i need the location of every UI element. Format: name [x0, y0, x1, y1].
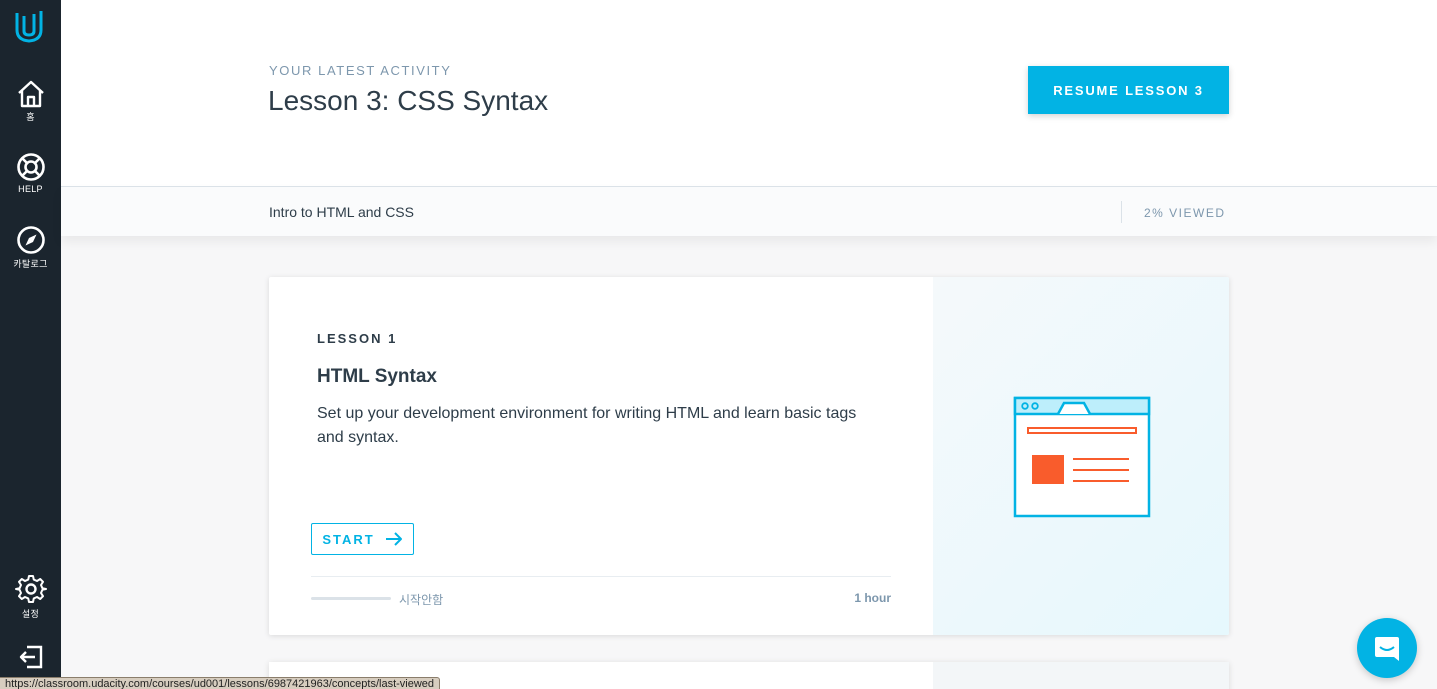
compass-icon [16, 226, 45, 254]
link-url-tooltip: https://classroom.udacity.com/courses/ud… [0, 677, 441, 689]
lesson-progress-bar [311, 597, 391, 600]
sidebar: 홈 HELP 카탈로그 설정 [0, 0, 61, 689]
lesson-illustration [933, 277, 1229, 635]
latest-activity-eyebrow: YOUR LATEST ACTIVITY [269, 63, 452, 78]
chat-support-button[interactable] [1357, 618, 1417, 678]
divider [311, 576, 891, 577]
lifebuoy-icon [16, 153, 45, 181]
gear-icon [14, 575, 47, 603]
sidebar-item-help[interactable]: HELP [0, 152, 61, 194]
sidebar-item-settings[interactable]: 설정 [0, 573, 61, 620]
home-icon [17, 80, 44, 108]
sidebar-item-home[interactable]: 홈 [0, 80, 61, 123]
sidebar-item-catalog[interactable]: 카탈로그 [0, 225, 61, 270]
sidebar-item-label: 홈 [26, 112, 35, 122]
sidebar-item-label: HELP [18, 184, 43, 194]
start-lesson-button[interactable]: START [311, 523, 414, 555]
course-name: Intro to HTML and CSS [269, 204, 414, 220]
sidebar-item-label: 카탈로그 [13, 259, 48, 269]
course-bar: Intro to HTML and CSS 2% VIEWED [61, 186, 1437, 236]
divider [1121, 201, 1122, 223]
latest-activity-header: YOUR LATEST ACTIVITY Lesson 3: CSS Synta… [61, 0, 1437, 186]
logout-icon [19, 645, 42, 669]
sidebar-item-label: 설정 [21, 609, 40, 619]
lesson-duration: 1 hour [854, 591, 891, 605]
lesson-description: Set up your development environment for … [317, 405, 857, 446]
arrow-right-icon [385, 532, 402, 546]
lesson-card: LESSON 1 HTML Syntax Set up your develop… [269, 277, 1229, 635]
lesson-status: 시작안함 [399, 593, 444, 607]
main-content: YOUR LATEST ACTIVITY Lesson 3: CSS Synta… [61, 0, 1437, 689]
browser-window-illustration [1013, 396, 1151, 518]
course-progress-text: 2% VIEWED [1144, 206, 1226, 220]
logout-button[interactable] [0, 644, 61, 670]
lesson-title: HTML Syntax [317, 366, 438, 387]
page-title: Lesson 3: CSS Syntax [268, 85, 549, 116]
lesson-illustration [933, 662, 1229, 689]
chat-icon [1375, 637, 1399, 661]
resume-lesson-button[interactable]: RESUME LESSON 3 [1028, 66, 1229, 114]
lesson-number: LESSON 1 [317, 331, 398, 346]
start-button-label: START [322, 531, 375, 547]
udacity-logo[interactable] [11, 8, 47, 44]
